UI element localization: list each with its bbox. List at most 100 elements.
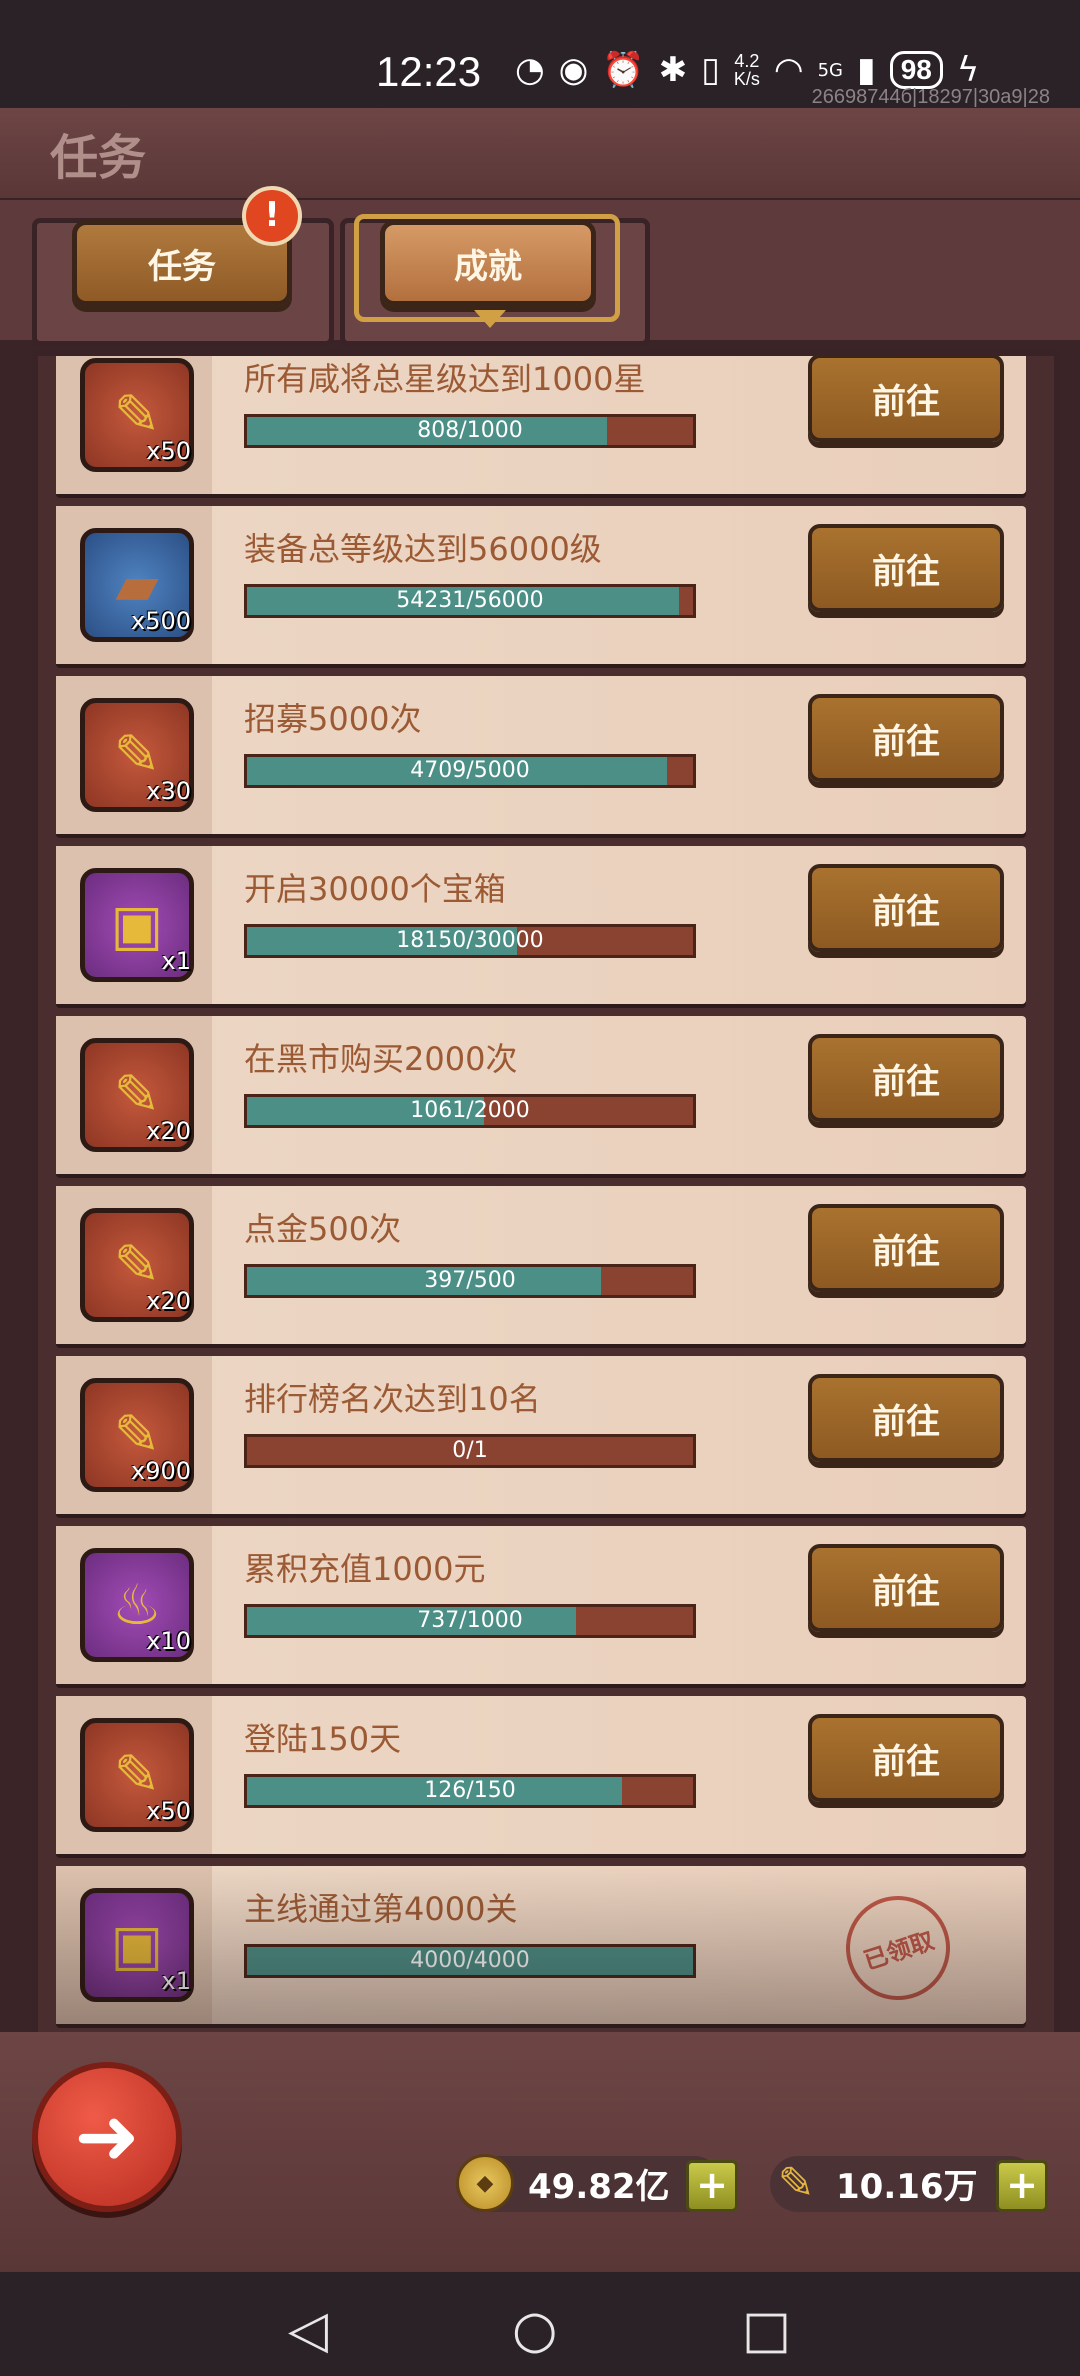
achievement-title: 在黑市购买2000次 <box>244 1040 518 1078</box>
add-coin-button[interactable]: + <box>686 2160 738 2212</box>
achievement-title: 所有咸将总星级达到1000星 <box>244 360 646 398</box>
progress-bar: 54231/56000 <box>244 584 696 618</box>
achievement-row: ▣ x1 主线通过第4000关 4000/4000 已领取 <box>56 1866 1026 2024</box>
gold-scroll-icon[interactable]: ✎ x30 <box>80 698 194 812</box>
network-speed: 4.2 K/s <box>733 51 760 89</box>
progress-text: 126/150 <box>424 1778 516 1803</box>
go-button[interactable]: 前往 <box>808 694 1004 782</box>
reward-count: x500 <box>130 607 191 635</box>
treasure-chest-icon[interactable]: ▣ x1 <box>80 868 194 982</box>
reward-cell: ✎ x30 <box>56 676 212 834</box>
gold-scroll-icon: ✎ <box>777 2157 815 2209</box>
achievement-title: 招募5000次 <box>244 700 422 738</box>
treasure-chest-icon[interactable]: ▣ x1 <box>80 1888 194 2002</box>
reward-count: x10 <box>146 1627 191 1655</box>
gold-scroll-icon[interactable]: ✎ x50 <box>80 1718 194 1832</box>
speedometer-icon: ◔ <box>515 50 545 90</box>
progress-text: 397/500 <box>424 1268 516 1293</box>
progress-text: 4709/5000 <box>410 758 530 783</box>
go-button[interactable]: 前往 <box>808 1544 1004 1632</box>
progress-bar: 126/150 <box>244 1774 696 1808</box>
status-bar: 12:23 ◔ ◉ ⏰ ✱ ▯ 4.2 K/s ◠ 5G ▮ 98 ϟ 26698… <box>0 0 1080 108</box>
achievement-row: ✎ x20 点金500次 397/500 前往 <box>56 1186 1026 1344</box>
gold-scroll-icon[interactable]: ✎ x20 <box>80 1208 194 1322</box>
achievement-title: 排行榜名次达到10名 <box>244 1380 541 1418</box>
progress-text: 0/1 <box>452 1438 488 1463</box>
achievement-title: 累积充值1000元 <box>244 1550 486 1588</box>
progress-bar: 1061/2000 <box>244 1094 696 1128</box>
progress-bar: 0/1 <box>244 1434 696 1468</box>
battery-indicator: 98 <box>889 51 943 89</box>
achievement-title: 开启30000个宝箱 <box>244 870 506 908</box>
achievement-row: ✎ x900 排行榜名次达到10名 0/1 前往 <box>56 1356 1026 1514</box>
progress-bar: 808/1000 <box>244 414 696 448</box>
progress-text: 54231/56000 <box>396 588 544 613</box>
bluetooth-icon: ✱ <box>658 50 688 90</box>
go-button[interactable]: 前往 <box>808 1204 1004 1292</box>
active-tab-pointer-icon <box>474 310 506 328</box>
achievement-title: 点金500次 <box>244 1210 402 1248</box>
page-header: 任务 <box>0 108 1080 204</box>
go-button[interactable]: 前往 <box>808 524 1004 612</box>
achievement-list-panel[interactable]: ✎ x50 所有咸将总星级达到1000星 808/1000 前往 ▰ x500 装备总等级达到… <box>32 350 1060 2042</box>
equipment-plate-icon[interactable]: ▰ x500 <box>80 528 194 642</box>
vibrate-icon: ▯ <box>701 50 720 90</box>
scroll-resource: ✎ 10.16万 <box>770 2150 978 2216</box>
add-scroll-button[interactable]: + <box>996 2160 1048 2212</box>
reward-count: x50 <box>146 437 191 465</box>
status-icons: ◔ ◉ ⏰ ✱ ▯ 4.2 K/s ◠ 5G ▮ 98 ϟ <box>515 50 979 90</box>
reward-cell: ▣ x1 <box>56 846 212 1004</box>
achievement-row: ✎ x50 所有咸将总星级达到1000星 808/1000 前往 <box>56 356 1026 494</box>
achievement-row: ♨ x10 累积充值1000元 737/1000 前往 <box>56 1526 1026 1684</box>
achievement-row: ▰ x500 装备总等级达到56000级 54231/56000 前往 <box>56 506 1026 664</box>
achievement-row: ✎ x50 登陆150天 126/150 前往 <box>56 1696 1026 1854</box>
eye-icon: ◉ <box>558 50 589 90</box>
reward-count: x20 <box>146 1287 191 1315</box>
reward-cell: ♨ x10 <box>56 1526 212 1684</box>
page-title: 任务 <box>50 130 147 186</box>
coin-value: 49.82亿 <box>528 2166 670 2207</box>
progress-bar: 397/500 <box>244 1264 696 1298</box>
arrow-left-icon: ➜ <box>74 2092 140 2182</box>
nav-back-icon[interactable]: ◁ <box>288 2300 328 2360</box>
back-button[interactable]: ➜ <box>32 2062 182 2212</box>
charging-icon: ϟ <box>956 50 980 90</box>
debug-text: 26698744б|18297|30a9|28 <box>811 86 1050 108</box>
achievement-row: ✎ x20 在黑市购买2000次 1061/2000 前往 <box>56 1016 1026 1174</box>
claimed-stamp: 已领取 <box>832 1882 964 2014</box>
progress-bar: 18150/30000 <box>244 924 696 958</box>
reward-cell: ✎ x20 <box>56 1016 212 1174</box>
reward-cell: ▰ x500 <box>56 506 212 664</box>
progress-bar: 4709/5000 <box>244 754 696 788</box>
gold-scroll-icon[interactable]: ✎ x50 <box>80 358 194 472</box>
reward-count: x900 <box>130 1457 191 1485</box>
go-button[interactable]: 前往 <box>808 1374 1004 1462</box>
gold-scroll-icon[interactable]: ✎ x20 <box>80 1038 194 1152</box>
progress-text: 18150/30000 <box>396 928 544 953</box>
progress-text: 4000/4000 <box>410 1948 530 1973</box>
progress-bar: 737/1000 <box>244 1604 696 1638</box>
gold-scroll-icon[interactable]: ✎ x900 <box>80 1378 194 1492</box>
reward-cell: ✎ x20 <box>56 1186 212 1344</box>
go-button[interactable]: 前往 <box>808 1714 1004 1802</box>
achievement-title: 装备总等级达到56000级 <box>244 530 602 568</box>
coin-resource: ◆ 49.82亿 <box>456 2150 670 2216</box>
alert-badge-icon: ! <box>242 186 302 246</box>
achievement-row: ▣ x1 开启30000个宝箱 18150/30000 前往 <box>56 846 1026 1004</box>
progress-text: 1061/2000 <box>410 1098 530 1123</box>
alarm-icon: ⏰ <box>602 50 645 90</box>
go-button[interactable]: 前往 <box>808 356 1004 442</box>
achievement-row: ✎ x30 招募5000次 4709/5000 前往 <box>56 676 1026 834</box>
progress-bar: 4000/4000 <box>244 1944 696 1978</box>
tab-achievement[interactable]: 成就 <box>380 220 596 306</box>
wifi-icon: ◠ <box>773 50 804 90</box>
nav-home-icon[interactable]: ○ <box>512 2300 557 2360</box>
reward-cell: ✎ x50 <box>56 1696 212 1854</box>
nav-recents-icon[interactable]: □ <box>742 2300 791 2360</box>
flame-torch-icon[interactable]: ♨ x10 <box>80 1548 194 1662</box>
go-button[interactable]: 前往 <box>808 1034 1004 1122</box>
achievement-title: 主线通过第4000关 <box>244 1890 518 1928</box>
reward-count: x20 <box>146 1117 191 1145</box>
reward-count: x1 <box>161 1967 191 1995</box>
go-button[interactable]: 前往 <box>808 864 1004 952</box>
